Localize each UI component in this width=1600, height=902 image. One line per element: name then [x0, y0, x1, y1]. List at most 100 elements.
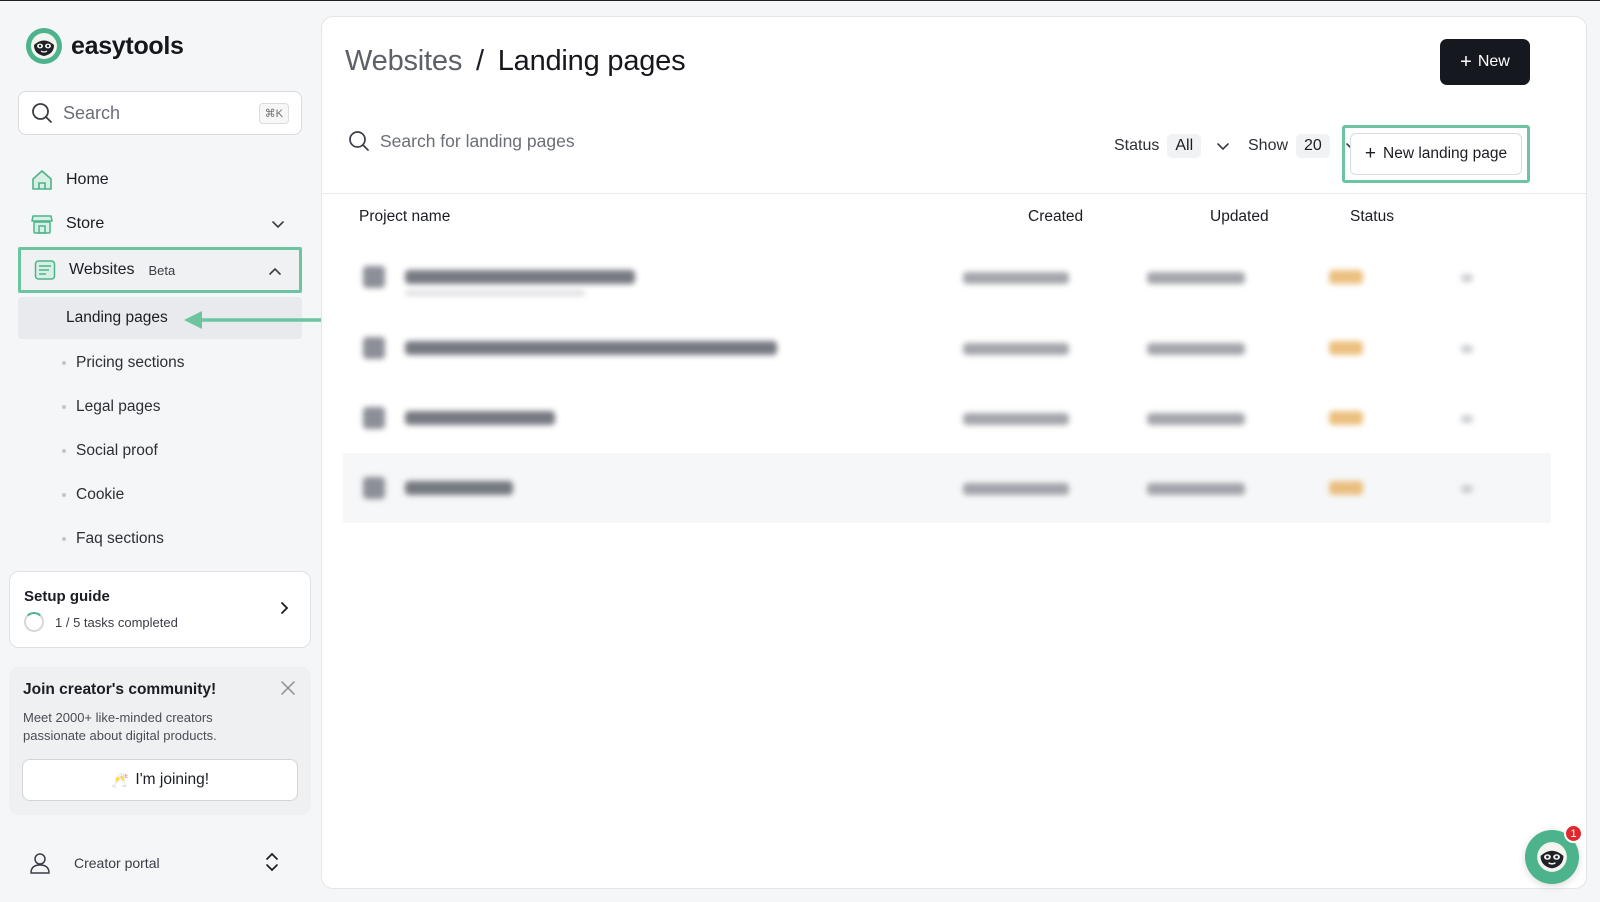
brand[interactable]: easytools [26, 28, 184, 64]
table-row[interactable] [343, 383, 1551, 453]
bullet-icon [62, 493, 66, 497]
chevron-down-icon [1217, 143, 1229, 151]
chevron-down-icon[interactable] [270, 216, 286, 232]
row-actions-icon[interactable] [1461, 274, 1473, 282]
brand-name: easytools [71, 31, 184, 60]
home-icon [30, 168, 54, 192]
blurred-thumbnail [363, 266, 385, 288]
cheers-icon: 🥂 [110, 771, 129, 788]
blurred-thumbnail [363, 477, 385, 499]
subitem-label: Faq sections [76, 530, 164, 547]
search-shortcut-badge: ⌘K [258, 102, 289, 124]
subitem-label: Pricing sections [76, 354, 185, 371]
column-header-project-name[interactable]: Project name [359, 208, 450, 226]
row-actions-icon[interactable] [1461, 485, 1473, 493]
blurred-updated-date [1147, 272, 1245, 284]
blurred-status-badge [1329, 341, 1363, 355]
table-row[interactable] [343, 313, 1551, 383]
progress-ring-icon [24, 612, 44, 632]
blurred-project-name [405, 481, 513, 495]
subitem-label: Cookie [76, 486, 125, 503]
sidebar-item-label: Websites [69, 261, 135, 278]
show-count-label: Show [1248, 137, 1289, 154]
sidebar-item-home[interactable]: Home [18, 160, 302, 200]
blurred-thumbnail [363, 337, 385, 359]
creator-portal-switcher[interactable]: Creator portal [18, 843, 302, 883]
sidebar-subitem-cookie[interactable]: Cookie [62, 486, 124, 504]
setup-guide-card[interactable]: Setup guide 1 / 5 tasks completed [9, 571, 311, 648]
column-header-status[interactable]: Status [1350, 208, 1394, 226]
bullet-icon [62, 405, 66, 409]
plus-icon: + [1364, 143, 1376, 164]
community-description: Meet 2000+ like-minded creators passiona… [23, 710, 217, 743]
bullet-icon [62, 537, 66, 541]
status-filter-select[interactable]: Status All [1114, 134, 1231, 158]
new-landing-page-label: New landing page [1383, 145, 1508, 162]
blurred-status-badge [1329, 481, 1363, 495]
table-row[interactable] [343, 242, 1551, 312]
blurred-updated-date [1147, 413, 1245, 425]
blurred-created-date [963, 272, 1069, 284]
blurred-project-name [405, 341, 777, 355]
sidebar-item-label: Store [66, 215, 105, 232]
setup-progress-text: 1 / 5 tasks completed [55, 614, 178, 630]
subitem-label: Legal pages [76, 398, 161, 415]
column-header-created[interactable]: Created [1028, 208, 1083, 226]
search-placeholder: Search [63, 102, 121, 123]
sidebar-subitem-faq-sections[interactable]: Faq sections [62, 530, 164, 548]
breadcrumb: Websites / Landing pages [345, 45, 686, 78]
websites-icon [33, 258, 57, 282]
store-icon [30, 212, 54, 236]
landing-pages-search-input[interactable]: Search for landing pages [348, 130, 575, 152]
breadcrumb-separator: / [476, 45, 484, 77]
sidebar-subitem-legal-pages[interactable]: Legal pages [62, 398, 160, 416]
page-title: Landing pages [497, 45, 686, 77]
sidebar-subitem-pricing-sections[interactable]: Pricing sections [62, 354, 185, 372]
setup-guide-title: Setup guide [24, 588, 110, 605]
search-icon [349, 131, 369, 151]
row-actions-icon[interactable] [1461, 345, 1473, 353]
blurred-thumbnail [363, 407, 385, 429]
close-icon[interactable] [279, 679, 297, 697]
new-button[interactable]: + New [1440, 39, 1530, 85]
sloth-chat-icon [1537, 842, 1567, 872]
chevron-right-icon [281, 602, 289, 614]
status-filter-value: All [1167, 134, 1202, 158]
sidebar: easytools Search ⌘K Home Store Websites … [0, 1, 330, 902]
sidebar-item-store[interactable]: Store [18, 204, 302, 244]
blurred-updated-date [1147, 343, 1245, 355]
breadcrumb-websites-link[interactable]: Websites [345, 45, 462, 77]
blurred-created-date [963, 343, 1069, 355]
blurred-updated-date [1147, 483, 1245, 495]
show-count-value: 20 [1296, 134, 1330, 158]
table-row[interactable] [343, 453, 1551, 523]
blurred-created-date [963, 483, 1069, 495]
row-actions-icon[interactable] [1461, 415, 1473, 423]
blurred-project-name [405, 270, 635, 284]
bullet-icon [62, 449, 66, 453]
annotation-arrow-icon [184, 311, 330, 329]
join-button-label: I'm joining! [135, 771, 210, 788]
sloth-logo-icon [26, 28, 62, 64]
creator-portal-label: Creator portal [74, 855, 160, 871]
table-toolbar: Search for landing pages Status All Show… [322, 112, 1586, 194]
chat-widget-button[interactable]: 1 [1525, 824, 1583, 884]
sidebar-item-websites[interactable]: Websites Beta [18, 247, 302, 293]
chevron-up-icon[interactable] [267, 264, 283, 280]
new-landing-page-highlight: + New landing page [1342, 125, 1530, 183]
column-header-updated[interactable]: Updated [1210, 208, 1269, 226]
subitem-label: Social proof [76, 442, 158, 459]
sidebar-subitem-social-proof[interactable]: Social proof [62, 442, 158, 460]
plus-icon: + [1460, 50, 1472, 73]
search-icon [32, 103, 52, 123]
sidebar-item-label: Home [66, 171, 109, 188]
main-panel: Websites / Landing pages + New Search fo… [321, 16, 1587, 889]
community-card: Join creator's community! Meet 2000+ lik… [9, 667, 311, 815]
bullet-icon [62, 361, 66, 365]
join-community-button[interactable]: 🥂 I'm joining! [22, 759, 298, 801]
community-title: Join creator's community! [23, 681, 217, 698]
beta-badge: Beta [148, 262, 176, 278]
sidebar-search-input[interactable]: Search ⌘K [18, 91, 302, 135]
new-landing-page-button[interactable]: + New landing page [1350, 133, 1522, 175]
search-placeholder: Search for landing pages [380, 130, 575, 151]
